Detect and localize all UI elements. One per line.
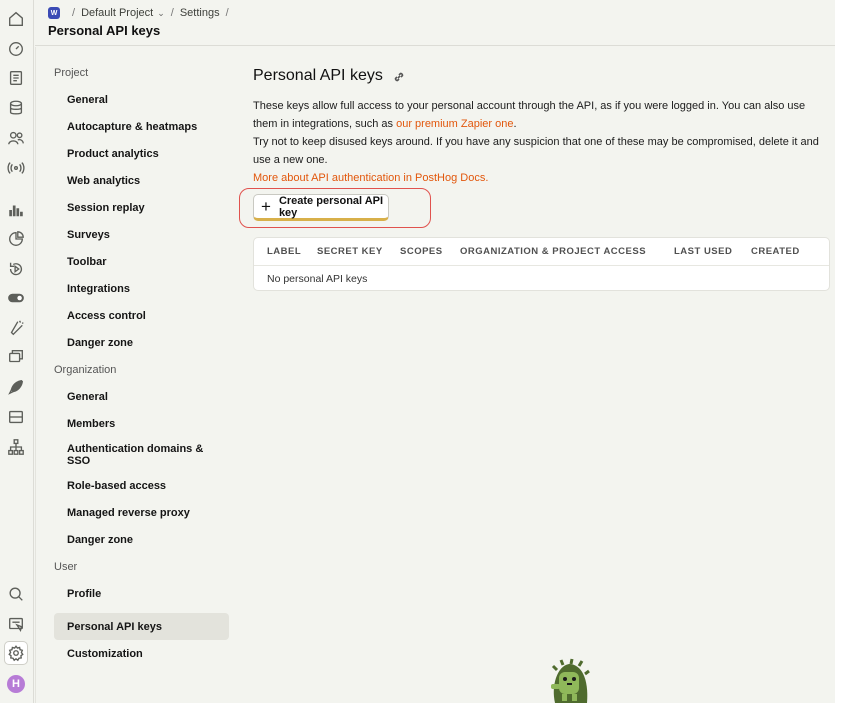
search-icon[interactable]	[6, 584, 26, 604]
description: These keys allow full access to your per…	[253, 97, 831, 187]
column-header-scopes[interactable]: SCOPES	[400, 246, 460, 257]
project-badge: W	[48, 7, 60, 19]
nav-item-role-based-access[interactable]: Role-based access	[54, 478, 229, 505]
surveys-icon[interactable]	[6, 347, 26, 367]
nav-item-surveys[interactable]: Surveys	[54, 227, 229, 254]
nav-item-customization[interactable]: Customization	[54, 640, 229, 667]
content-panel: Personal API keys These keys allow full …	[239, 65, 831, 291]
nav-item-access-control[interactable]: Access control	[54, 308, 229, 335]
description-text: Try not to keep disused keys around. If …	[253, 136, 819, 166]
hedgehog-mascot[interactable]	[547, 656, 591, 703]
persons-icon[interactable]	[6, 128, 26, 148]
nav-item-product-analytics[interactable]: Product analytics	[54, 146, 229, 173]
web-analytics-icon[interactable]	[6, 229, 26, 249]
live-events-icon[interactable]	[6, 158, 26, 178]
nav-item-session-replay[interactable]: Session replay	[54, 200, 229, 227]
nav-item-auth-domains[interactable]: Authentication domains & SSO	[54, 443, 229, 478]
product-analytics-icon[interactable]	[6, 200, 26, 220]
breadcrumb-settings[interactable]: Settings	[180, 7, 220, 19]
api-keys-table: LABEL SECRET KEY SCOPES ORGANIZATION & P…	[253, 237, 830, 291]
nav-item-toolbar[interactable]: Toolbar	[54, 254, 229, 281]
early-access-rocket-icon[interactable]	[6, 377, 26, 397]
breadcrumb: W / Default Project ⌄ / Settings /	[48, 7, 235, 19]
breadcrumb-separator: /	[72, 7, 76, 19]
section-title: Personal API keys	[253, 67, 383, 84]
nav-item-project-general[interactable]: General	[54, 92, 229, 119]
breadcrumb-project[interactable]: Default Project	[81, 7, 153, 19]
data-pipeline-icon[interactable]	[6, 407, 26, 427]
chevron-down-icon[interactable]: ⌄	[157, 8, 165, 19]
zapier-link[interactable]: our premium Zapier one	[396, 118, 513, 130]
nav-item-integrations[interactable]: Integrations	[54, 281, 229, 308]
breadcrumb-separator: /	[170, 7, 174, 19]
column-header-label[interactable]: LABEL	[267, 246, 317, 257]
dashboard-gauge-icon[interactable]	[6, 39, 26, 59]
user-avatar[interactable]: H	[7, 675, 25, 693]
page-title: Personal API keys	[48, 23, 161, 38]
notebook-icon[interactable]	[6, 68, 26, 88]
column-header-last-used[interactable]: LAST USED	[674, 246, 751, 257]
home-icon[interactable]	[6, 9, 26, 29]
breadcrumb-separator: /	[225, 7, 229, 19]
nav-item-profile[interactable]: Profile	[54, 586, 229, 613]
settings-nav: Project General Autocapture & heatmaps P…	[54, 65, 229, 667]
nav-section-organization: Organization	[54, 364, 117, 376]
experiments-icon[interactable]	[6, 318, 26, 338]
settings-gear-icon[interactable]	[4, 641, 28, 665]
table-header: LABEL SECRET KEY SCOPES ORGANIZATION & P…	[254, 238, 829, 266]
nav-section-user: User	[54, 561, 78, 573]
create-api-key-button[interactable]: + Create personal API key	[253, 194, 389, 221]
main-area: Project General Autocapture & heatmaps P…	[35, 47, 843, 703]
nav-item-org-general[interactable]: General	[54, 389, 229, 416]
nav-item-reverse-proxy[interactable]: Managed reverse proxy	[54, 505, 229, 532]
nav-item-members[interactable]: Members	[54, 416, 229, 443]
scrollbar[interactable]	[835, 0, 843, 703]
nav-item-web-analytics[interactable]: Web analytics	[54, 173, 229, 200]
docs-link[interactable]: More about API authentication in PostHog…	[253, 172, 488, 184]
description-text: These keys allow full access to your per…	[253, 100, 806, 130]
toolbar-launch-icon[interactable]	[6, 614, 26, 634]
description-text: .	[513, 118, 517, 130]
session-replay-icon[interactable]	[6, 259, 26, 279]
nav-section-project: Project	[54, 67, 89, 79]
column-header-access[interactable]: ORGANIZATION & PROJECT ACCESS	[460, 246, 674, 257]
nav-item-personal-api-keys[interactable]: Personal API keys	[54, 613, 229, 640]
top-bar: W / Default Project ⌄ / Settings / Perso…	[35, 0, 843, 46]
database-icon[interactable]	[6, 98, 26, 118]
sitemap-icon[interactable]	[6, 437, 26, 457]
nav-item-project-danger-zone[interactable]: Danger zone	[54, 335, 229, 362]
plus-icon: +	[261, 197, 271, 216]
create-api-key-label: Create personal API key	[278, 194, 384, 219]
nav-item-autocapture[interactable]: Autocapture & heatmaps	[54, 119, 229, 146]
icon-rail: H	[0, 0, 34, 703]
nav-item-org-danger-zone[interactable]: Danger zone	[54, 532, 229, 559]
table-empty-state: No personal API keys	[267, 273, 368, 285]
column-header-created[interactable]: CREATED	[751, 246, 800, 257]
feature-flags-toggle-icon[interactable]	[6, 288, 26, 308]
column-header-secret-key[interactable]: SECRET KEY	[317, 246, 400, 257]
link-icon[interactable]	[393, 70, 405, 82]
